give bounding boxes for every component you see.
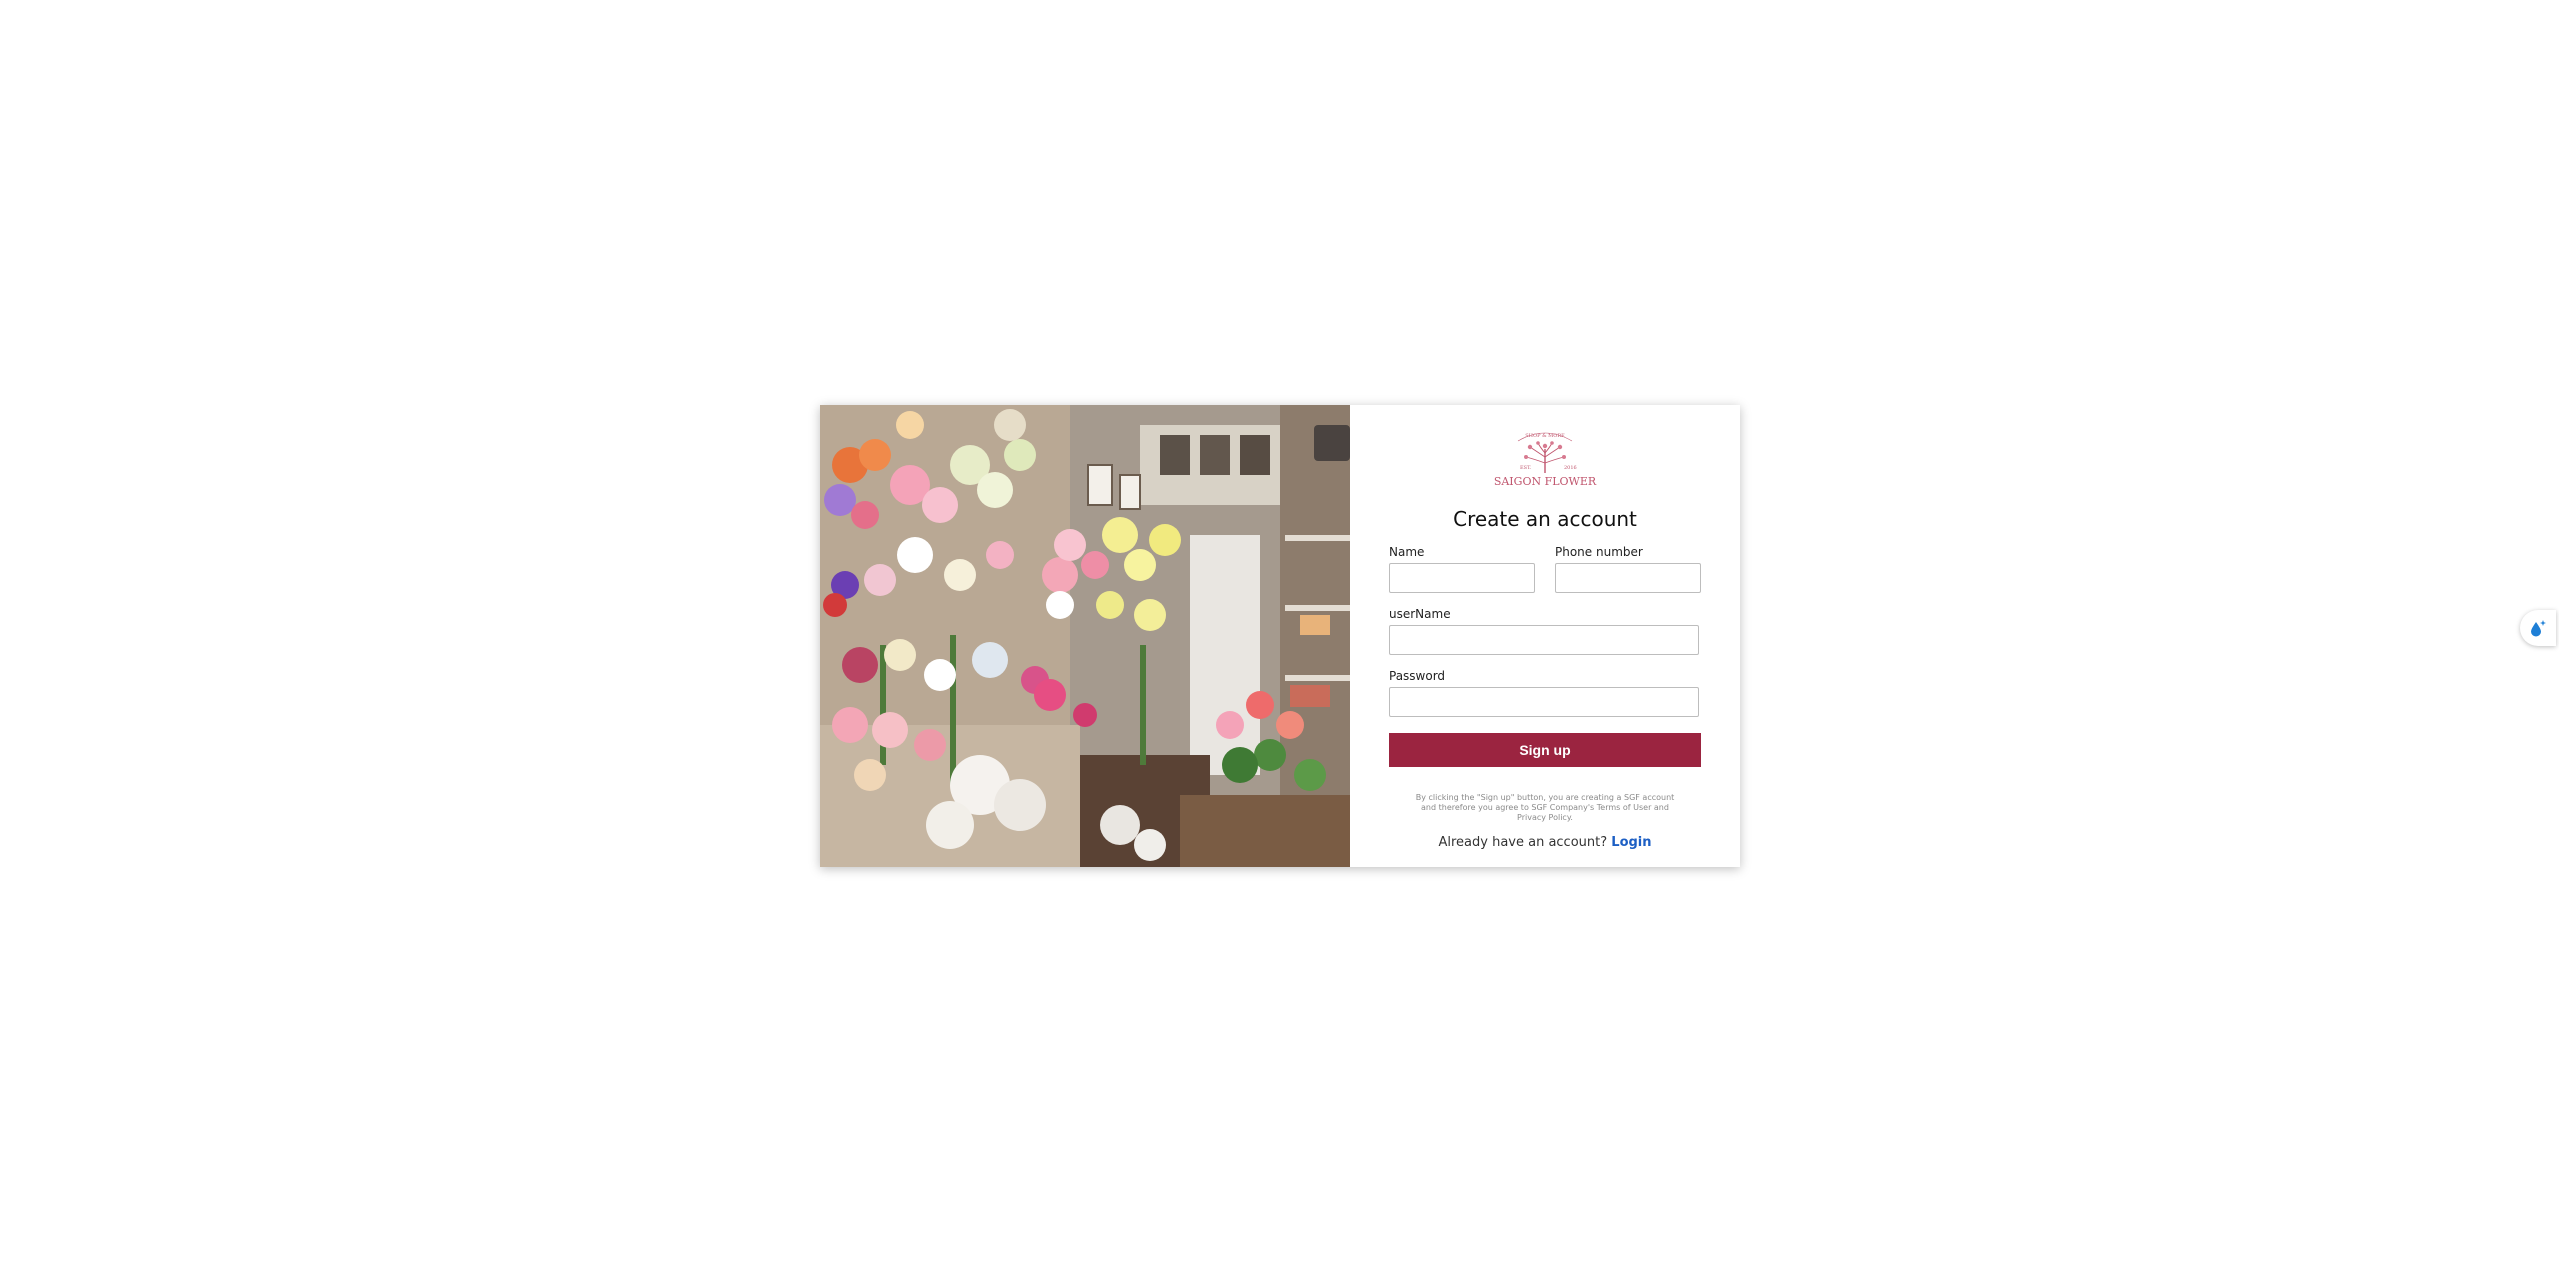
phone-label: Phone number xyxy=(1555,545,1643,559)
username-input[interactable] xyxy=(1389,625,1699,655)
password-field-group: Password xyxy=(1389,669,1701,717)
phone-field-group: Phone number xyxy=(1555,545,1701,593)
phone-input[interactable] xyxy=(1555,563,1701,593)
terms-notice: By clicking the "Sign up" button, you ar… xyxy=(1415,793,1675,822)
name-input[interactable] xyxy=(1389,563,1535,593)
login-prompt-text: Already have an account? xyxy=(1438,835,1608,850)
floating-assistant-button[interactable] xyxy=(2520,610,2556,646)
page-title: Create an account xyxy=(1453,507,1637,531)
flower-shop-photo xyxy=(820,405,1350,867)
password-input[interactable] xyxy=(1389,687,1699,717)
signup-form-panel: SHOP & MORE EST. 2016 SAIGON FLOWER Crea… xyxy=(1350,405,1740,867)
signup-card: SHOP & MORE EST. 2016 SAIGON FLOWER Crea… xyxy=(820,405,1740,867)
username-label: userName xyxy=(1389,607,1451,621)
svg-text:2016: 2016 xyxy=(1564,465,1577,471)
name-field-group: Name xyxy=(1389,545,1535,593)
login-prompt-line: Already have an account? Login xyxy=(1389,835,1701,850)
svg-text:SHOP & MORE: SHOP & MORE xyxy=(1525,433,1565,439)
saigon-flower-logo: SHOP & MORE EST. 2016 SAIGON FLOWER xyxy=(1494,432,1597,488)
svg-text:SAIGON FLOWER: SAIGON FLOWER xyxy=(1494,475,1597,488)
water-drop-sparkle-icon xyxy=(2531,620,2546,637)
login-link[interactable]: Login xyxy=(1611,835,1651,850)
page: SHOP & MORE EST. 2016 SAIGON FLOWER Crea… xyxy=(0,0,2559,1265)
sign-up-button[interactable]: Sign up xyxy=(1389,733,1701,767)
name-label: Name xyxy=(1389,545,1425,559)
svg-text:EST.: EST. xyxy=(1520,465,1532,471)
username-field-group: userName xyxy=(1389,607,1701,655)
name-phone-row: Name Phone number xyxy=(1389,545,1701,593)
password-label: Password xyxy=(1389,669,1446,683)
